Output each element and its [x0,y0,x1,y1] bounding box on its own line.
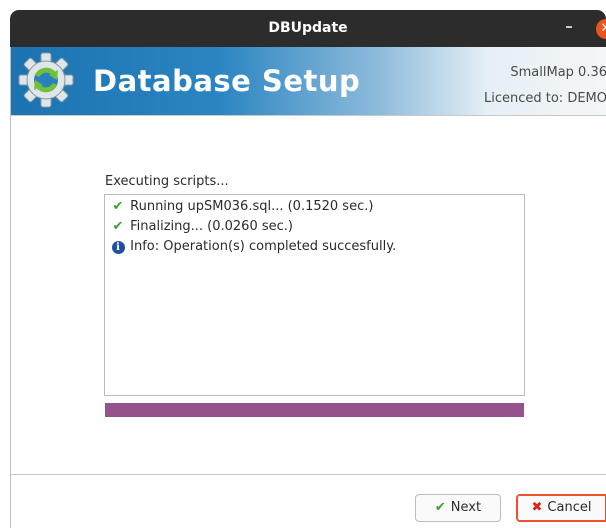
check-icon: ✔ [112,219,124,234]
log-list[interactable]: ✔ Running upSM036.sql... (0.1520 sec.) ✔… [104,194,525,396]
log-item-text: Finalizing... (0.0260 sec.) [130,219,293,234]
title-bar: DBUpdate – ✕ [10,10,606,47]
header-banner: Database Setup SmallMap 0.36 Licenced to… [11,47,606,115]
log-item-text: Info: Operation(s) completed succesfully… [130,239,397,254]
progress-bar [105,403,524,417]
cross-icon: ✖ [531,500,543,515]
dialog-window: Database Setup SmallMap 0.36 Licenced to… [10,47,606,528]
footer-divider [11,474,606,475]
progress-fill [105,403,524,417]
gear-refresh-icon [18,52,74,108]
minimize-button[interactable]: – [560,17,578,35]
next-button-label: Next [450,500,482,515]
cancel-button-label: Cancel [547,500,592,515]
log-item-text: Running upSM036.sql... (0.1520 sec.) [130,199,374,214]
licence-label: Licenced to: DEMO [483,91,606,106]
info-icon: i [111,241,125,254]
check-icon: ✔ [434,500,446,515]
log-item: ✔ Finalizing... (0.0260 sec.) [105,219,524,239]
check-icon: ✔ [112,199,124,214]
next-button[interactable]: ✔ Next [415,494,501,522]
log-item: i Info: Operation(s) completed succesful… [105,239,524,259]
header-divider [11,115,606,116]
log-item: ✔ Running upSM036.sql... (0.1520 sec.) [105,199,524,219]
cancel-button[interactable]: ✖ Cancel [516,494,606,522]
product-version: SmallMap 0.36 [510,65,606,80]
window-title: DBUpdate [268,20,348,36]
close-button[interactable]: ✕ [596,19,606,39]
page-title: Database Setup [93,64,361,98]
status-label: Executing scripts... [105,174,229,189]
